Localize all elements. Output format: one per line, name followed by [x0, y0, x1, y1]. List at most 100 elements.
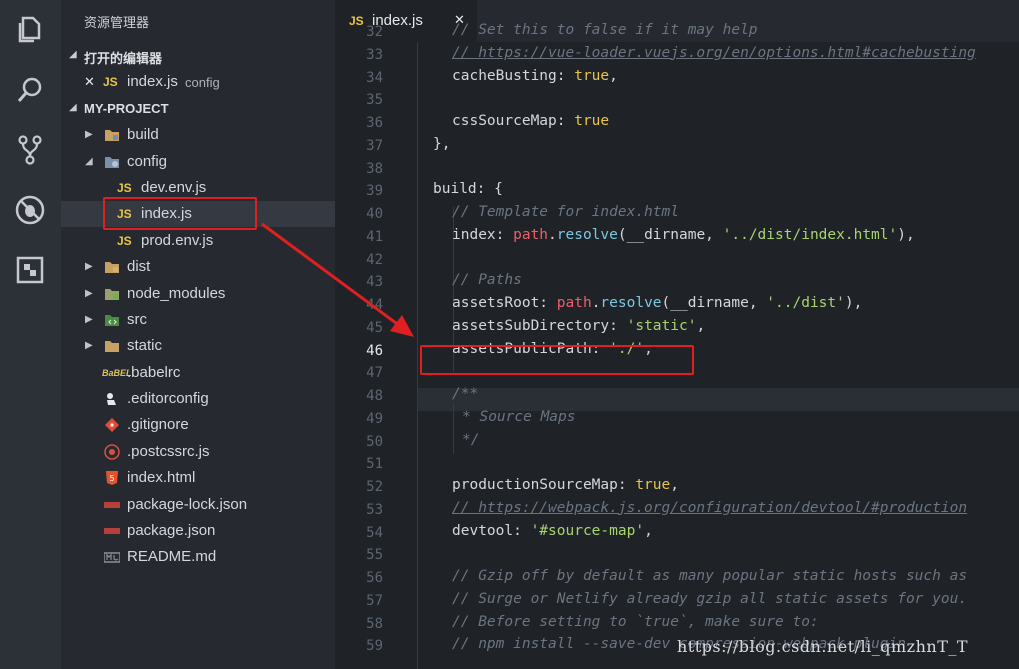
code-line: * Source Maps: [462, 408, 576, 425]
tree-item-editorconfig[interactable]: .editorconfig: [61, 386, 335, 412]
js-file-icon: JS: [103, 75, 118, 89]
code-line: assetsSubDirectory: 'static',: [452, 317, 706, 334]
node-folder-icon: [105, 289, 119, 300]
open-editor-item[interactable]: ✕ JS index.js config: [61, 69, 335, 95]
files-icon[interactable]: [14, 14, 46, 46]
line-number: 56: [366, 570, 383, 586]
open-editors-header[interactable]: ◢ 打开的编辑器: [61, 44, 335, 68]
tree-item-node-modules[interactable]: ▶ node_modules: [61, 281, 335, 307]
line-number: 48: [366, 388, 383, 404]
highlight-box-index-js: [103, 197, 257, 230]
line-number: 41: [366, 228, 383, 245]
code-line: devtool: '#source-map',: [452, 522, 653, 539]
line-number: 43: [366, 274, 383, 291]
current-line-highlight: [417, 388, 1019, 411]
code-line: // https://webpack.js.org/configuration/…: [452, 499, 968, 516]
code-line: },: [433, 135, 451, 152]
chevron-down-icon: ◢: [69, 49, 77, 60]
folder-icon: [105, 130, 119, 141]
tree-item-postcssrc[interactable]: .postcssrc.js: [61, 439, 335, 465]
highlight-box-public-path: [420, 345, 694, 375]
line-number: 47: [366, 365, 383, 382]
chevron-right-icon: ▶: [85, 314, 93, 325]
chevron-right-icon: ▶: [85, 129, 93, 140]
html5-icon: 5: [106, 471, 118, 485]
tree-item-readme[interactable]: README.md: [61, 544, 335, 570]
code-line: // Template for index.html: [452, 204, 679, 220]
line-number: 54: [366, 524, 383, 541]
folder-open-icon: [105, 157, 119, 168]
chevron-down-icon: ◢: [85, 156, 93, 167]
line-number: 35: [366, 92, 383, 109]
chevron-down-icon: ◢: [69, 102, 77, 113]
code-line: productionSourceMap: true,: [452, 477, 679, 493]
project-header[interactable]: ◢ MY-PROJECT: [61, 97, 335, 121]
chevron-right-icon: ▶: [85, 261, 93, 272]
close-icon[interactable]: ✕: [84, 74, 95, 90]
editorconfig-icon: [107, 393, 116, 405]
js-file-icon: JS: [117, 181, 132, 195]
extensions-icon[interactable]: [14, 254, 46, 286]
code-line: cacheBusting: true,: [452, 67, 618, 84]
line-number: 45: [366, 319, 383, 336]
line-number: 49: [366, 410, 383, 427]
search-icon[interactable]: [14, 74, 46, 106]
chevron-right-icon: ▶: [85, 288, 93, 299]
folder-icon: [105, 341, 119, 352]
line-number: 44: [366, 297, 383, 313]
code-line: cssSourceMap: true: [452, 113, 610, 129]
tree-item-build[interactable]: ▶ build: [61, 122, 335, 148]
line-number: 46: [366, 342, 383, 359]
js-file-icon: JS: [117, 234, 132, 248]
line-number: 59: [366, 638, 383, 655]
chevron-right-icon: ▶: [85, 340, 93, 351]
line-number: 33: [366, 46, 383, 63]
tree-item-index-html[interactable]: 5 index.html: [61, 465, 335, 491]
code-line: // Surge or Netlify already gzip all sta…: [452, 590, 968, 607]
tree-item-config[interactable]: ◢ config: [61, 149, 335, 175]
code-line: // Gzip off by default as many popular s…: [452, 568, 968, 584]
npm-icon: [104, 502, 120, 508]
code-line: */: [462, 431, 480, 448]
tree-item-package-json[interactable]: package.json: [61, 518, 335, 544]
svg-text:5: 5: [109, 474, 114, 483]
line-number: 39: [366, 183, 383, 200]
tree-item-src[interactable]: ▶ src: [61, 307, 335, 333]
debug-icon[interactable]: [14, 194, 46, 226]
tree-item-babelrc[interactable]: BaBEL .babelrc: [61, 360, 335, 386]
postcss-icon: [104, 444, 120, 460]
code-line: // Set this to false if it may help: [452, 22, 758, 38]
line-number: 38: [366, 160, 383, 177]
line-number: 37: [366, 137, 383, 154]
line-number: 52: [366, 479, 383, 495]
line-number: 36: [366, 115, 383, 131]
code-line: index: path.resolve(__dirname, '../dist/…: [452, 226, 915, 243]
src-folder-icon: [105, 315, 119, 326]
line-number: 55: [366, 547, 383, 564]
line-number: 34: [366, 69, 383, 86]
git-icon: [105, 418, 119, 432]
code-line: // Paths: [452, 272, 522, 289]
open-editor-name: index.js: [127, 73, 178, 90]
indent-guide: [453, 402, 454, 454]
tree-item-package-lock[interactable]: package-lock.json: [61, 492, 335, 518]
babel-icon: BaBEL: [102, 368, 132, 378]
code-line: build: {: [433, 181, 503, 198]
activity-bar: [0, 0, 61, 669]
tree-item-gitignore[interactable]: .gitignore: [61, 412, 335, 438]
tree-item-static[interactable]: ▶ static: [61, 333, 335, 359]
tree-item-prod-env[interactable]: JS prod.env.js: [61, 228, 335, 254]
line-number: 42: [366, 251, 383, 268]
editor-area: JS index.js ✕ // Set this to false if it…: [335, 0, 1019, 669]
line-number: 32: [366, 24, 383, 40]
code-line: // Before setting to `true`, make sure t…: [452, 613, 819, 630]
source-control-icon[interactable]: [14, 134, 46, 166]
folder-icon: [105, 262, 119, 273]
code-line: /**: [452, 386, 479, 402]
open-editor-folder: config: [185, 75, 220, 90]
markdown-icon: [104, 552, 120, 563]
line-number: 40: [366, 206, 383, 222]
line-number: 51: [366, 456, 383, 473]
line-number-gutter: 32 33 34 35 36 37 38 39 40 41 42 43 44 45 46 47 48 49 50 51…: [335, 24, 395, 669]
tree-item-dist[interactable]: ▶ dist: [61, 254, 335, 280]
